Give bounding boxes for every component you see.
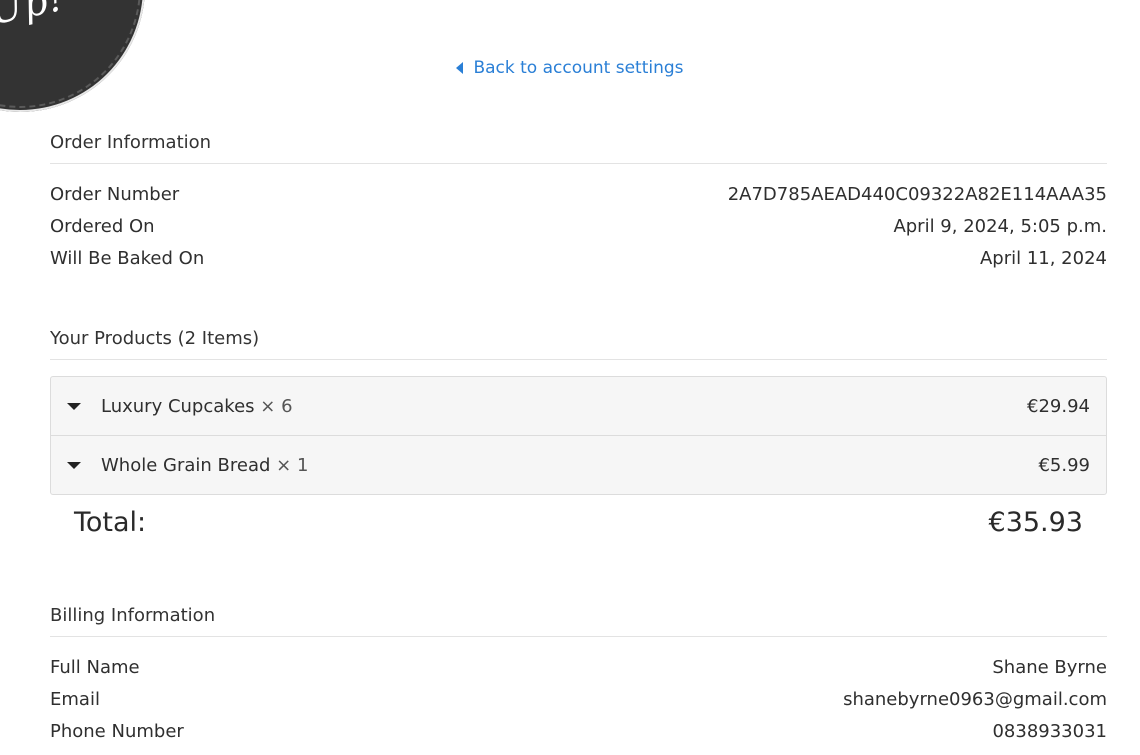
order-information-section: Order Information Order Number 2A7D785AE… — [50, 132, 1107, 275]
full-name-label: Full Name — [50, 657, 140, 678]
billing-information-section: Billing Information Full Name Shane Byrn… — [50, 605, 1107, 748]
site-logo[interactable]: Up! — [0, 0, 145, 112]
product-item[interactable]: Luxury Cupcakes × 6 €29.94 — [51, 377, 1106, 435]
email-label: Email — [50, 689, 100, 710]
products-title: Your Products (2 Items) — [50, 328, 1107, 360]
order-information-title: Order Information — [50, 132, 1107, 164]
total-row: Total: €35.93 — [50, 507, 1107, 538]
order-number-label: Order Number — [50, 184, 180, 205]
caret-left-icon — [456, 62, 464, 74]
ordered-on-value: April 9, 2024, 5:05 p.m. — [893, 216, 1107, 237]
product-name: Luxury Cupcakes — [101, 395, 255, 417]
caret-down-icon[interactable] — [67, 461, 81, 469]
baked-on-row: Will Be Baked On April 11, 2024 — [50, 243, 1107, 275]
product-qty: × 6 — [260, 395, 293, 417]
logo-text: Up! — [0, 0, 69, 34]
ordered-on-row: Ordered On April 9, 2024, 5:05 p.m. — [50, 211, 1107, 243]
product-name: Whole Grain Bread — [101, 454, 271, 476]
phone-value: 0838933031 — [992, 721, 1107, 742]
products-section: Your Products (2 Items) Luxury Cupcakes … — [50, 328, 1107, 538]
product-price: €5.99 — [1038, 454, 1090, 476]
phone-row: Phone Number 0838933031 — [50, 716, 1107, 748]
products-list: Luxury Cupcakes × 6 €29.94 Whole Grain B… — [50, 376, 1107, 495]
email-value: shanebyrne0963@gmail.com — [843, 689, 1107, 710]
billing-information-title: Billing Information — [50, 605, 1107, 637]
baked-on-label: Will Be Baked On — [50, 248, 205, 269]
email-row: Email shanebyrne0963@gmail.com — [50, 684, 1107, 716]
total-label: Total: — [74, 507, 147, 538]
product-item[interactable]: Whole Grain Bread × 1 €5.99 — [51, 435, 1106, 494]
back-to-account-settings-link[interactable]: Back to account settings — [0, 58, 1140, 78]
product-qty: × 1 — [276, 454, 309, 476]
phone-label: Phone Number — [50, 721, 184, 742]
order-number-value: 2A7D785AEAD440C09322A82E114AAA35 — [727, 184, 1107, 205]
caret-down-icon[interactable] — [67, 402, 81, 410]
back-link-label: Back to account settings — [473, 58, 684, 78]
product-price: €29.94 — [1027, 395, 1090, 417]
order-number-row: Order Number 2A7D785AEAD440C09322A82E114… — [50, 179, 1107, 211]
total-value: €35.93 — [988, 507, 1083, 538]
order-detail-page: Up! Back to account settings Order Infor… — [0, 0, 1140, 755]
full-name-value: Shane Byrne — [992, 657, 1107, 678]
baked-on-value: April 11, 2024 — [979, 248, 1107, 269]
ordered-on-label: Ordered On — [50, 216, 155, 237]
full-name-row: Full Name Shane Byrne — [50, 652, 1107, 684]
